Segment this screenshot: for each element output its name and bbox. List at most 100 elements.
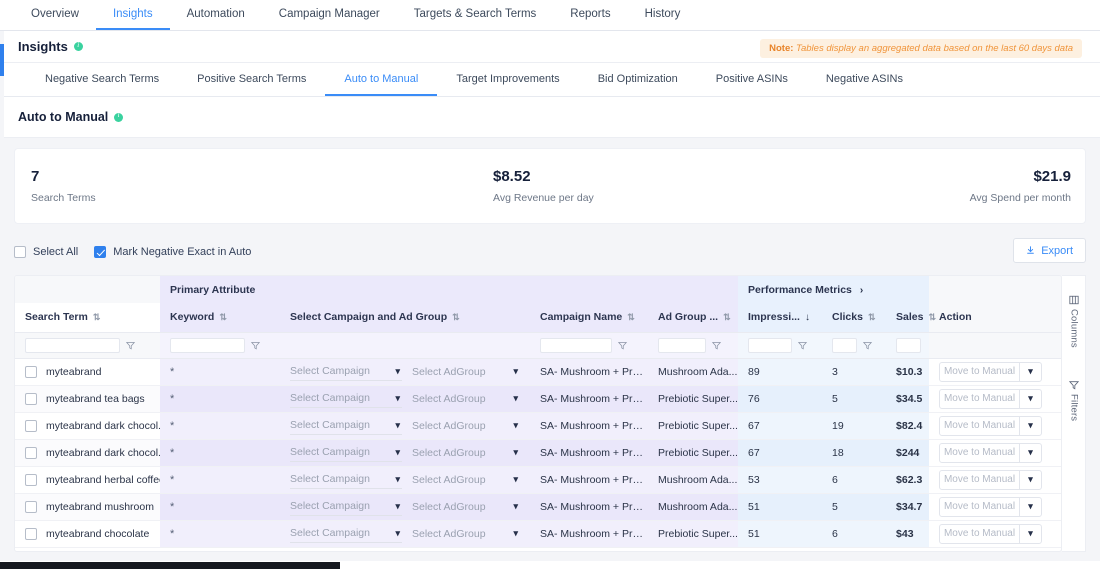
columns-panel-button[interactable]: Columns <box>1062 295 1086 348</box>
filter-campaign-name-input[interactable] <box>540 338 612 353</box>
filter-clicks-input[interactable] <box>832 338 857 353</box>
col-ad-group[interactable]: Ad Group ...⇅ <box>648 303 738 332</box>
filter-sales-input[interactable] <box>896 338 921 353</box>
campaign-select[interactable]: Select Campaign▾ <box>290 444 402 462</box>
cell-ad-group: Prebiotic Super... <box>648 385 738 412</box>
filter-ad-group-input[interactable] <box>658 338 706 353</box>
sort-icon[interactable]: ⇅ <box>868 312 876 322</box>
subtab-negative-search-terms[interactable]: Negative Search Terms <box>26 63 178 96</box>
export-button[interactable]: Export <box>1013 238 1086 263</box>
mark-negative-exact-checkbox[interactable] <box>94 246 106 258</box>
funnel-icon[interactable] <box>863 341 872 350</box>
subtab-auto-to-manual[interactable]: Auto to Manual <box>325 63 437 96</box>
sort-icon[interactable]: ⇅ <box>219 312 227 322</box>
info-icon[interactable] <box>74 42 83 51</box>
funnel-icon[interactable] <box>712 341 721 350</box>
row-checkbox[interactable] <box>25 501 37 513</box>
col-clicks[interactable]: Clicks⇅ <box>822 303 886 332</box>
table-row[interactable]: myteabrand tea bags*Select Campaign▾Sele… <box>15 385 1062 412</box>
nav-tab-automation[interactable]: Automation <box>170 0 262 30</box>
funnel-icon[interactable] <box>798 341 807 350</box>
col-keyword[interactable]: Keyword⇅ <box>160 303 280 332</box>
campaign-select[interactable]: Select Campaign▾ <box>290 498 402 516</box>
select-all-checkbox[interactable] <box>14 246 26 258</box>
col-select-campaign-adgroup[interactable]: Select Campaign and Ad Group⇅ <box>280 303 530 332</box>
table-row[interactable]: myteabrand dark chocol...*Select Campaig… <box>15 412 1062 439</box>
funnel-icon[interactable] <box>251 341 260 350</box>
col-campaign-name[interactable]: Campaign Name⇅ <box>530 303 648 332</box>
group-end <box>929 276 1062 303</box>
section-info-icon[interactable] <box>114 113 123 122</box>
campaign-select[interactable]: Select Campaign▾ <box>290 471 402 489</box>
row-checkbox[interactable] <box>25 393 37 405</box>
row-sales: $244 <box>896 447 919 459</box>
chevron-down-icon[interactable]: ▾ <box>1019 498 1041 516</box>
nav-tab-targets-search-terms[interactable]: Targets & Search Terms <box>397 0 554 30</box>
nav-tab-campaign-manager[interactable]: Campaign Manager <box>262 0 397 30</box>
row-checkbox[interactable] <box>25 474 37 486</box>
funnel-icon[interactable] <box>126 341 135 350</box>
table-row[interactable]: myteabrand*Select Campaign▾Select AdGrou… <box>15 358 1062 385</box>
adgroup-select[interactable]: Select AdGroup▾ <box>412 417 520 435</box>
subtab-negative-asins[interactable]: Negative ASINs <box>807 63 922 96</box>
sort-icon[interactable]: ⇅ <box>627 312 635 322</box>
move-to-manual-button[interactable]: Move to Manual▾ <box>939 524 1042 544</box>
col-impressions[interactable]: Impressi...↓ <box>738 303 822 332</box>
chevron-down-icon[interactable]: ▾ <box>1019 417 1041 435</box>
cell-clicks: 6 <box>822 466 886 493</box>
subtab-target-improvements[interactable]: Target Improvements <box>437 63 578 96</box>
chevron-down-icon[interactable]: ▾ <box>1019 390 1041 408</box>
chevron-down-icon[interactable]: ▾ <box>1019 471 1041 489</box>
filter-impressions-input[interactable] <box>748 338 792 353</box>
sort-icon[interactable]: ⇅ <box>928 312 936 322</box>
move-to-manual-button[interactable]: Move to Manual▾ <box>939 416 1042 436</box>
chevron-right-icon[interactable]: › <box>860 285 863 296</box>
adgroup-select[interactable]: Select AdGroup▾ <box>412 498 520 516</box>
filters-panel-button[interactable]: Filters <box>1062 380 1086 421</box>
chevron-down-icon[interactable]: ▾ <box>1019 363 1041 381</box>
campaign-select[interactable]: Select Campaign▾ <box>290 363 402 381</box>
move-to-manual-button[interactable]: Move to Manual▾ <box>939 497 1042 517</box>
move-to-manual-button[interactable]: Move to Manual▾ <box>939 362 1042 382</box>
table-row[interactable]: myteabrand mushroom*Select Campaign▾Sele… <box>15 493 1062 520</box>
adgroup-select[interactable]: Select AdGroup▾ <box>412 471 520 489</box>
nav-tab-insights[interactable]: Insights <box>96 0 170 30</box>
cell-search-term: myteabrand dark chocol... <box>15 439 160 466</box>
col-sales[interactable]: Sales⇅ <box>886 303 929 332</box>
adgroup-select[interactable]: Select AdGroup▾ <box>412 363 520 381</box>
nav-tab-overview[interactable]: Overview <box>14 0 96 30</box>
adgroup-select[interactable]: Select AdGroup▾ <box>412 444 520 462</box>
campaign-select[interactable]: Select Campaign▾ <box>290 525 402 543</box>
sort-icon[interactable]: ⇅ <box>452 312 460 322</box>
filter-search-term-input[interactable] <box>25 338 120 353</box>
adgroup-select[interactable]: Select AdGroup▾ <box>412 525 520 543</box>
sort-icon[interactable]: ⇅ <box>93 312 101 322</box>
col-search-term[interactable]: Search Term⇅ <box>15 303 160 332</box>
chevron-down-icon[interactable]: ▾ <box>1019 525 1041 543</box>
table-row[interactable]: myteabrand herbal coffee*Select Campaign… <box>15 466 1062 493</box>
table-row[interactable]: myteabrand chocolate*Select Campaign▾Sel… <box>15 520 1062 547</box>
nav-tab-history[interactable]: History <box>628 0 698 30</box>
adgroup-select[interactable]: Select AdGroup▾ <box>412 390 520 408</box>
horizontal-scrollbar[interactable] <box>0 561 1100 569</box>
move-to-manual-button[interactable]: Move to Manual▾ <box>939 470 1042 490</box>
subtab-bid-optimization[interactable]: Bid Optimization <box>579 63 697 96</box>
funnel-icon[interactable] <box>618 341 627 350</box>
row-checkbox[interactable] <box>25 447 37 459</box>
sort-desc-icon[interactable]: ↓ <box>805 312 810 323</box>
move-to-manual-button[interactable]: Move to Manual▾ <box>939 443 1042 463</box>
horizontal-scrollbar-thumb[interactable] <box>0 562 340 569</box>
campaign-select[interactable]: Select Campaign▾ <box>290 390 402 408</box>
sort-icon[interactable]: ⇅ <box>723 312 731 322</box>
chevron-down-icon[interactable]: ▾ <box>1019 444 1041 462</box>
row-checkbox[interactable] <box>25 528 37 540</box>
nav-tab-reports[interactable]: Reports <box>553 0 627 30</box>
campaign-select[interactable]: Select Campaign▾ <box>290 417 402 435</box>
move-to-manual-button[interactable]: Move to Manual▾ <box>939 389 1042 409</box>
row-checkbox[interactable] <box>25 366 37 378</box>
subtab-positive-asins[interactable]: Positive ASINs <box>697 63 807 96</box>
table-row[interactable]: myteabrand dark chocol...*Select Campaig… <box>15 439 1062 466</box>
filter-keyword-input[interactable] <box>170 338 245 353</box>
subtab-positive-search-terms[interactable]: Positive Search Terms <box>178 63 325 96</box>
row-checkbox[interactable] <box>25 420 37 432</box>
